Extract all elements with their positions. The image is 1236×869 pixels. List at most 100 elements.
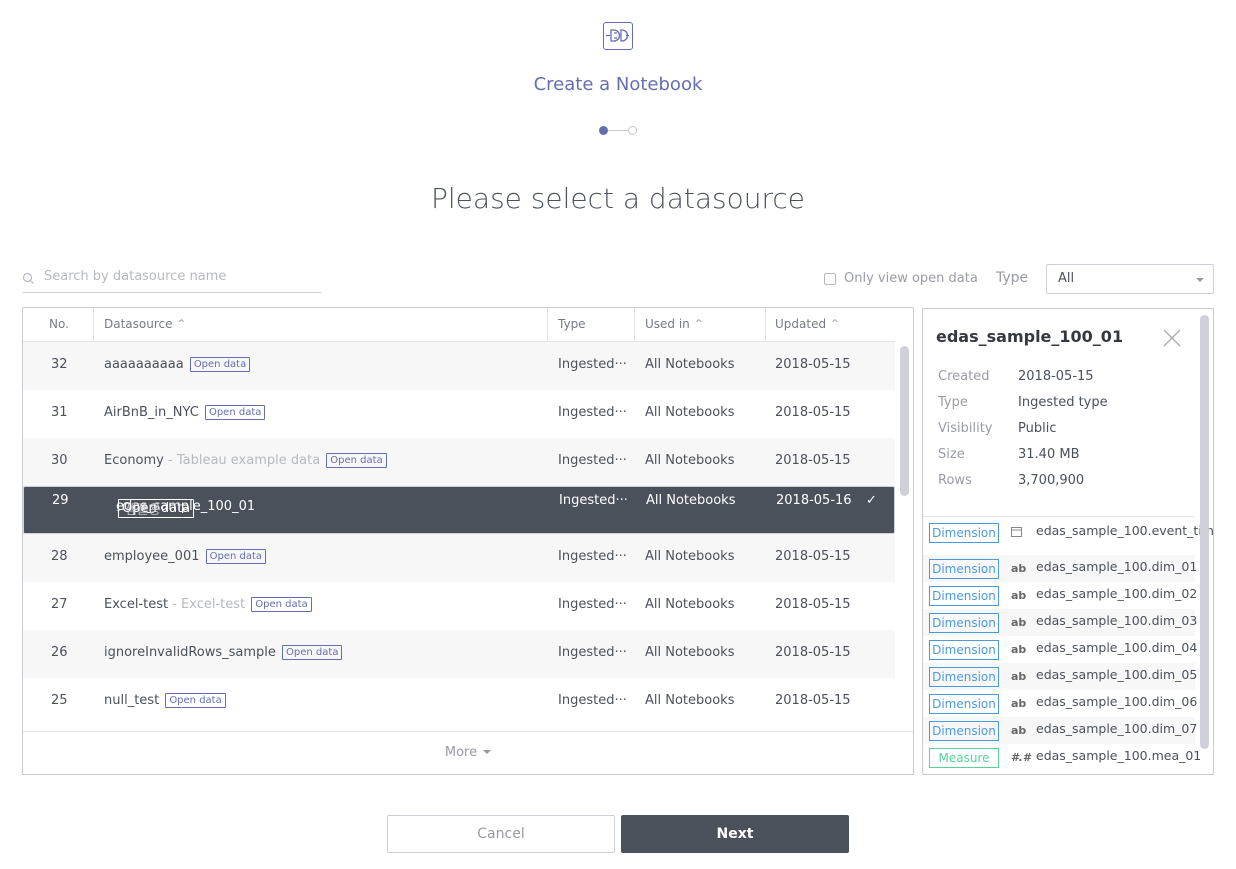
search-placeholder: Search by datasource name <box>44 269 227 284</box>
row-name: null_test <box>104 693 160 708</box>
row-no: 26 <box>51 645 68 660</box>
table-row[interactable]: 31 AirBnB_in_NYC Open data Ingested··· A… <box>23 390 895 438</box>
type-select[interactable]: All <box>1046 264 1214 294</box>
row-no: 31 <box>51 405 68 420</box>
sort-icon[interactable]: ⌃ <box>694 317 704 331</box>
row-no: 29 <box>52 493 69 508</box>
more-button[interactable]: More <box>23 731 913 775</box>
column-name: edas_sample_100.dim_02 <box>1036 586 1198 601</box>
row-updated: 2018-05-15 <box>775 357 851 372</box>
field-label: Created <box>938 369 990 384</box>
row-no: 27 <box>51 597 68 612</box>
table-row[interactable]: 32 aaaaaaaaaa Open data Ingested··· All … <box>23 342 895 390</box>
search-input[interactable]: Search by datasource name <box>22 266 322 293</box>
row-used-in: All Notebooks <box>645 645 735 660</box>
plug-connector-icon <box>603 22 633 50</box>
caret-down-icon <box>1196 278 1204 282</box>
role-tag: Dimension <box>929 640 999 660</box>
column-name: edas_sample_100.dim_03 <box>1036 613 1198 628</box>
open-data-badge: Open data <box>282 645 343 660</box>
check-icon: ✓ <box>866 493 877 508</box>
field-label: Size <box>938 447 965 462</box>
row-type: Ingested··· <box>558 357 627 372</box>
column-item: Dimension ab edas_sample_100.dim_03 <box>923 609 1198 636</box>
section-heading: Please select a datasource <box>431 182 805 215</box>
col-datasource[interactable]: Datasource ⌃ <box>104 317 186 331</box>
field-label: Visibility <box>938 421 993 436</box>
detail-field: Size 31.40 MB <box>938 447 1188 465</box>
table-row[interactable]: 27 Excel-test - Excel-test Open data Ing… <box>23 582 895 630</box>
table-row[interactable]: 30 Economy - Tableau example data Open d… <box>23 438 895 486</box>
table-row[interactable]: 26 ignoreInvalidRows_sample Open data In… <box>23 630 895 678</box>
table-row[interactable]: 29 edas_sample_100_01 - 샘플용 Open data In… <box>23 486 895 534</box>
row-type: Ingested··· <box>558 453 627 468</box>
column-item: Dimension ab edas_sample_100.dim_02 <box>923 582 1198 609</box>
col-updated[interactable]: Updated ⌃ <box>775 317 840 331</box>
col-used-in-label: Used in <box>645 317 690 331</box>
row-updated: 2018-05-15 <box>775 405 851 420</box>
row-used-in: All Notebooks <box>645 453 735 468</box>
col-datasource-label: Datasource <box>104 317 173 331</box>
column-name: edas_sample_100.dim_04 <box>1036 640 1198 655</box>
open-data-badge: Open data <box>251 597 312 612</box>
column-item-partial <box>923 771 1195 774</box>
open-data-badge: Open data <box>326 453 387 468</box>
calendar-icon <box>1011 526 1022 540</box>
row-updated: 2018-05-15 <box>775 645 851 660</box>
row-updated: 2018-05-15 <box>775 453 851 468</box>
column-item: Dimension ab edas_sample_100.dim_01 <box>923 555 1197 582</box>
row-used-in: All Notebooks <box>645 549 735 564</box>
table-row[interactable]: 25 null_test Open data Ingested··· All N… <box>23 678 895 726</box>
string-type-icon: ab <box>1011 616 1027 629</box>
string-type-icon: ab <box>1011 562 1027 575</box>
col-no: No. <box>49 317 69 331</box>
detail-title: edas_sample_100_01 <box>936 327 1124 346</box>
field-value: 2018-05-15 <box>1018 369 1094 384</box>
role-tag: Dimension <box>929 694 999 714</box>
string-type-icon: ab <box>1011 697 1027 710</box>
row-type: Ingested··· <box>559 493 628 508</box>
role-tag: Dimension <box>929 721 999 741</box>
col-updated-label: Updated <box>775 317 827 331</box>
panel-scrollbar[interactable] <box>1200 315 1209 749</box>
row-datasource: employee_001 Open data <box>104 549 267 564</box>
col-used-in[interactable]: Used in ⌃ <box>645 317 704 331</box>
only-open-data-label[interactable]: Only view open data <box>844 271 978 286</box>
divider <box>923 516 1195 517</box>
row-datasource: ignoreInvalidRows_sample Open data <box>104 645 343 660</box>
table-row[interactable]: 28 employee_001 Open data Ingested··· Al… <box>23 534 895 582</box>
row-datasource: aaaaaaaaaa Open data <box>104 357 251 372</box>
detail-field: Type Ingested type <box>938 395 1188 413</box>
table-scrollbar[interactable] <box>900 346 909 496</box>
sort-icon[interactable]: ⌃ <box>176 317 186 331</box>
row-name: Excel-test <box>104 597 169 612</box>
open-data-badge: Open data <box>204 405 266 420</box>
string-type-icon: ab <box>1011 724 1027 737</box>
open-data-badge: Open data <box>205 549 267 564</box>
close-icon[interactable] <box>1163 329 1181 351</box>
row-updated: 2018-05-15 <box>775 549 851 564</box>
only-open-data-checkbox[interactable] <box>824 273 836 285</box>
step-connector <box>608 130 628 131</box>
detail-field: Rows 3,700,900 <box>938 473 1188 491</box>
row-used-in: All Notebooks <box>645 405 735 420</box>
caret-down-icon <box>483 750 492 754</box>
row-name: ignoreInvalidRows_sample <box>104 645 276 660</box>
row-used-in: All Notebooks <box>645 693 735 708</box>
cancel-button[interactable]: Cancel <box>387 815 615 853</box>
col-type: Type <box>558 317 586 331</box>
sort-icon[interactable]: ⌃ <box>830 317 840 331</box>
role-tag: Dimension <box>929 586 999 606</box>
row-datasource: Economy - Tableau example data Open data <box>104 453 387 468</box>
row-datasource: null_test Open data <box>104 693 226 708</box>
row-no: 32 <box>51 357 68 372</box>
detail-field: Created 2018-05-15 <box>938 369 1188 387</box>
next-button[interactable]: Next <box>621 815 849 853</box>
row-type: Ingested··· <box>558 405 627 420</box>
row-type: Ingested··· <box>558 549 627 564</box>
row-updated: 2018-05-15 <box>775 597 851 612</box>
row-no: 28 <box>51 549 68 564</box>
row-name: aaaaaaaaaa <box>104 357 184 372</box>
row-used-in: All Notebooks <box>645 357 735 372</box>
string-type-icon: ab <box>1011 670 1027 683</box>
